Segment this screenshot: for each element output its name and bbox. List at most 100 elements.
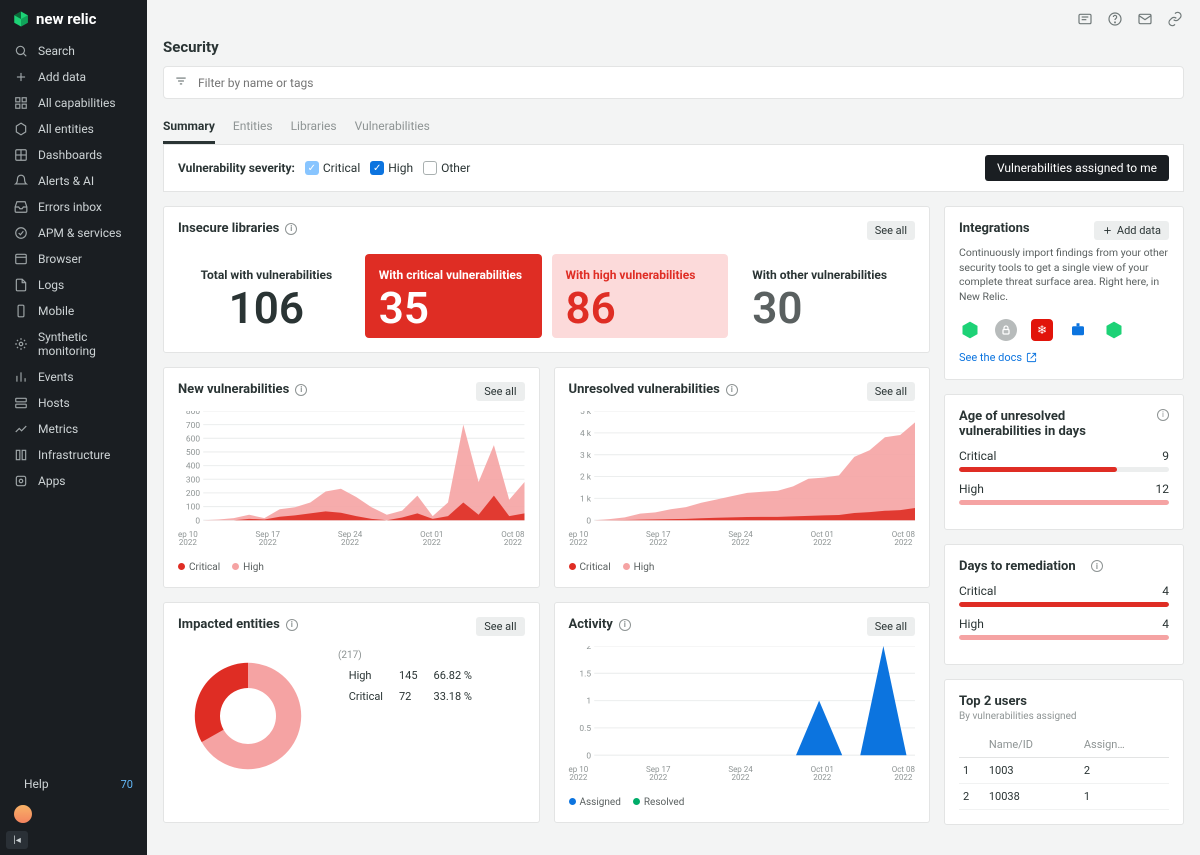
info-icon[interactable]: i [1091,560,1103,572]
add-data-button[interactable]: Add data [1094,221,1169,240]
info-icon[interactable]: i [1157,409,1169,421]
page-title: Security [163,38,1184,56]
card-title: Days to remediation i [959,559,1103,574]
nav-infrastructure[interactable]: Infrastructure [0,442,147,468]
nav-label: All capabilities [38,96,116,110]
query-builder-icon[interactable] [1076,10,1094,28]
nav-synthetic-monitoring[interactable]: Synthetic monitoring [0,324,147,364]
nav-label: Alerts & AI [38,174,94,188]
donut-total: (217) [338,650,525,661]
nav-apm-services[interactable]: APM & services [0,220,147,246]
info-icon[interactable]: i [285,223,297,235]
integration-logo-lock-icon[interactable] [995,319,1017,341]
legend-critical-dot [569,563,576,570]
brand-logo[interactable]: new relic [0,0,147,38]
filter-icon [174,73,188,92]
severity-filter-row: Vulnerability severity: ✓Critical ✓High … [163,145,1184,192]
user-avatar[interactable] [14,805,32,823]
card-subtitle: By vulnerabilities assigned [959,711,1169,722]
share-link-icon[interactable] [1166,10,1184,28]
integration-logo-newrelic2-icon[interactable] [1103,319,1125,341]
see-all-button[interactable]: See all [867,221,915,240]
nav-errors-inbox[interactable]: Errors inbox [0,194,147,220]
info-icon[interactable]: i [295,384,307,396]
nav-browser[interactable]: Browser [0,246,147,272]
see-all-button[interactable]: See all [476,617,524,636]
integration-logo-snyk-icon[interactable]: ❄ [1031,319,1053,341]
checkbox-label: Critical [323,161,360,175]
nav-metrics[interactable]: Metrics [0,416,147,442]
stat-critical[interactable]: With critical vulnerabilities 35 [365,254,542,338]
metric-label: Critical [959,449,996,463]
table-header: Assign… [1080,732,1169,758]
server-icon [14,396,28,410]
table-row[interactable]: 110032 [959,757,1169,783]
nav-all-entities[interactable]: All entities [0,116,147,142]
nav-search[interactable]: Search [0,38,147,64]
nav-add-data[interactable]: Add data [0,64,147,90]
svg-text:600: 600 [186,434,200,444]
see-all-button[interactable]: See all [867,382,915,401]
nav-hosts[interactable]: Hosts [0,390,147,416]
integrations-description: Continuously import findings from your o… [959,246,1169,305]
see-all-button[interactable]: See all [867,617,915,636]
collapse-sidebar-button[interactable]: |◂ [6,831,28,849]
see-all-button[interactable]: See all [476,382,524,401]
info-icon[interactable]: i [286,619,298,631]
nav-alerts-ai[interactable]: Alerts & AI [0,168,147,194]
help-label: Help [24,777,49,791]
integration-logo-dependabot-icon[interactable] [1067,319,1089,341]
search-icon [14,44,28,58]
mail-icon[interactable] [1136,10,1154,28]
card-title: Integrations [959,221,1030,236]
table-row[interactable]: 2100381 [959,783,1169,809]
line-chart-icon [14,422,28,436]
integration-logo-newrelic-icon[interactable] [959,319,981,341]
unresolved-vulnerabilities-card: Unresolved vulnerabilitiesi See all 01 k… [554,367,931,588]
see-docs-link[interactable]: See the docs [959,351,1037,364]
svg-text:0: 0 [586,751,591,761]
legend-high-dot [623,563,630,570]
info-icon[interactable]: i [619,619,631,631]
info-icon[interactable]: i [726,384,738,396]
sidebar-nav: Search Add data All capabilities All ent… [0,38,147,771]
stat-value: 86 [566,286,715,330]
severity-critical-checkbox[interactable]: ✓Critical [305,161,360,175]
tab-vulnerabilities[interactable]: Vulnerabilities [355,111,430,144]
stat-total: Total with vulnerabilities 106 [178,254,355,338]
legend-resolved-dot [633,798,640,805]
filter-input[interactable] [198,76,1173,90]
card-title: New vulnerabilitiesi [178,382,307,397]
vulnerabilities-assigned-button[interactable]: Vulnerabilities assigned to me [985,155,1169,181]
nav-label: Apps [38,474,66,488]
checkbox-icon [423,161,437,175]
tab-libraries[interactable]: Libraries [291,111,337,144]
nav-label: Mobile [38,304,74,318]
nav-help[interactable]: Help 70 [0,771,147,797]
nav-mobile[interactable]: Mobile [0,298,147,324]
help-circle-icon[interactable] [1106,10,1124,28]
tab-summary[interactable]: Summary [163,111,215,144]
legend-high-dot [232,563,239,570]
svg-text:0.5: 0.5 [579,724,591,734]
age-critical-bar [959,467,1169,472]
nav-events[interactable]: Events [0,364,147,390]
severity-other-checkbox[interactable]: Other [423,161,470,175]
stat-other[interactable]: With other vulnerabilities 30 [738,254,915,338]
tab-entities[interactable]: Entities [233,111,273,144]
metric-label: High [959,617,984,631]
nav-dashboards[interactable]: Dashboards [0,142,147,168]
svg-text:500: 500 [186,448,200,458]
nav-label: Browser [38,252,82,266]
nav-label: Hosts [38,396,70,410]
impacted-entities-donut [178,646,318,786]
nav-logs[interactable]: Logs [0,272,147,298]
brand-text: new relic [36,10,96,28]
nav-all-capabilities[interactable]: All capabilities [0,90,147,116]
legend-label: Critical [189,562,220,573]
nav-apps[interactable]: Apps [0,468,147,494]
stat-high[interactable]: With high vulnerabilities 86 [552,254,729,338]
filter-bar[interactable] [163,66,1184,99]
severity-high-checkbox[interactable]: ✓High [370,161,413,175]
topbar [163,0,1184,38]
